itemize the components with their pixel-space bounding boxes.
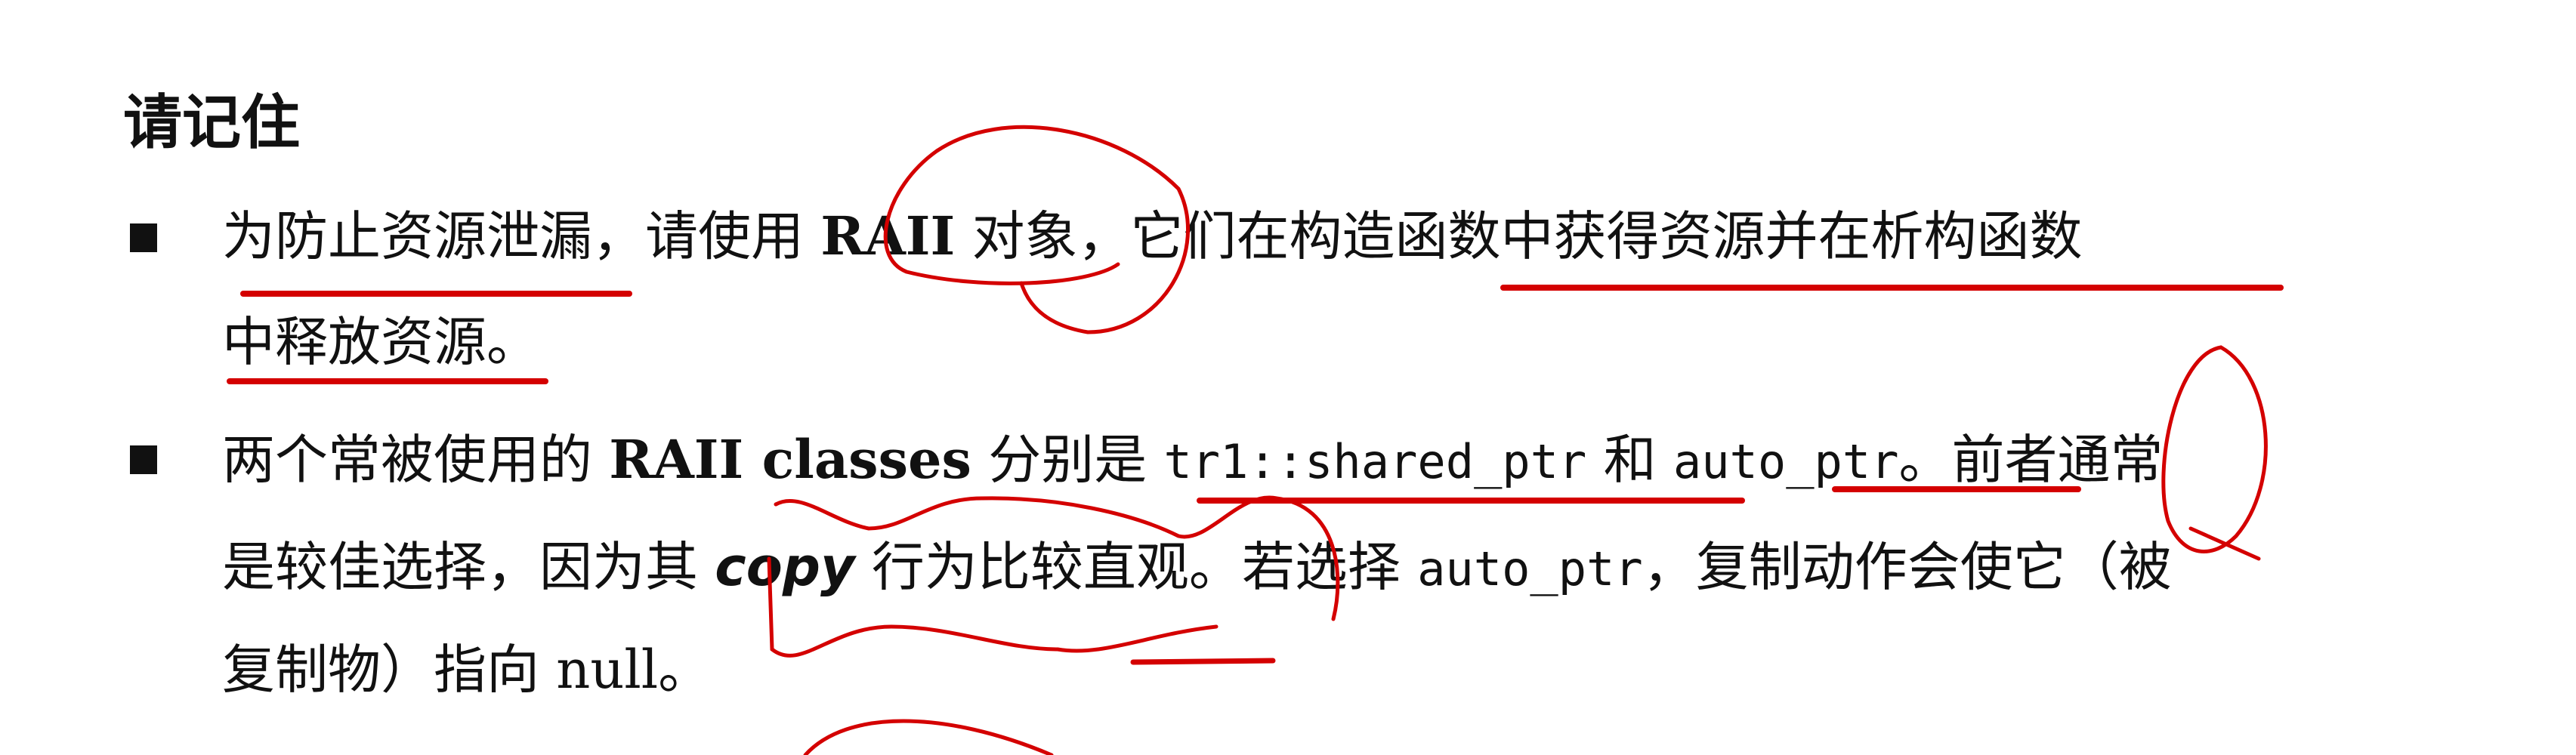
bracket-annotation xyxy=(767,556,1219,658)
red-pen-annotations xyxy=(227,125,2284,755)
circle-annotation xyxy=(883,125,1191,334)
wavy-annotation xyxy=(774,495,1340,621)
arc-annotation xyxy=(803,719,1054,755)
circle-annotation xyxy=(2161,345,2268,561)
underline-annotation xyxy=(1130,658,1276,665)
